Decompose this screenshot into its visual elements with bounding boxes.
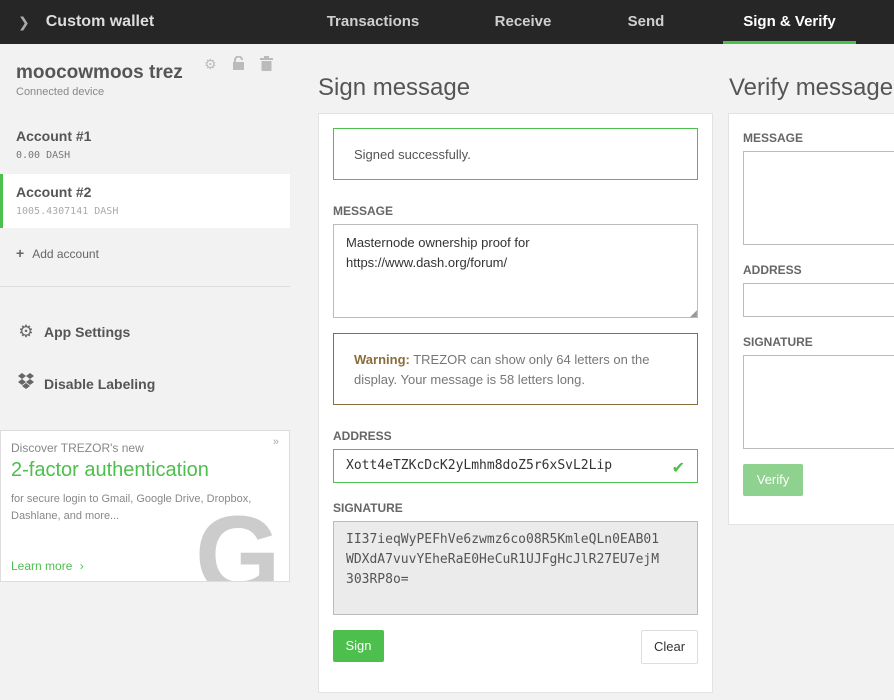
verify-message-label: MESSAGE (743, 131, 804, 145)
verify-message-title: Verify message (729, 74, 894, 101)
address-label: ADDRESS (333, 429, 392, 443)
wallet-selector[interactable]: ❯ Custom wallet (18, 0, 154, 44)
learn-more-label: Learn more (11, 559, 73, 573)
account-item-1[interactable]: Account #1 0.00 DASH (0, 118, 290, 172)
message-textarea[interactable]: Masternode ownership proof for https://w… (333, 224, 698, 318)
warning-alert: Warning: TREZOR can show only 64 letters… (333, 333, 698, 405)
sign-message-title: Sign message (318, 74, 471, 101)
warning-title: Warning: (354, 352, 410, 367)
account-balance: 1005.4307141 DASH (16, 206, 119, 217)
tab-sign-verify[interactable]: Sign & Verify (723, 0, 856, 44)
add-account-button[interactable]: + Add account (16, 245, 99, 261)
address-value: Xott4eTZKcDcK2yLmhm8doZ5r6xSvL2Lip (346, 458, 613, 473)
promo-headline: 2-factor authentication (11, 459, 209, 481)
address-input[interactable]: Xott4eTZKcDcK2yLmhm8doZ5r6xSvL2Lip ✔ (333, 449, 698, 483)
verify-address-input[interactable] (743, 283, 894, 317)
signature-label: SIGNATURE (333, 501, 403, 515)
gear-icon: ⚙ (18, 322, 34, 341)
promo-intro: Discover TREZOR's new (11, 441, 144, 455)
unlock-icon[interactable] (232, 55, 245, 74)
clear-button[interactable]: Clear (641, 630, 698, 664)
chevron-right-icon: ❯ (18, 13, 30, 30)
sidebar: moocowmoos trez ⚙ Connected device Accou… (0, 44, 290, 700)
verify-signature-label: SIGNATURE (743, 335, 813, 349)
plus-icon: + (16, 245, 25, 261)
verify-signature-textarea[interactable] (743, 355, 894, 449)
add-account-label: Add account (32, 247, 99, 261)
dismiss-icon[interactable]: » (273, 436, 279, 448)
promo-banner: » Discover TREZOR's new 2-factor authent… (0, 430, 290, 582)
gear-icon[interactable]: ⚙ (204, 56, 217, 73)
learn-more-link[interactable]: Learn more › (11, 559, 84, 573)
tab-receive[interactable]: Receive (478, 0, 568, 44)
trash-icon[interactable] (260, 56, 273, 74)
account-balance: 0.00 DASH (16, 150, 71, 161)
disable-labeling-label: Disable Labeling (44, 375, 156, 392)
tab-transactions[interactable]: Transactions (318, 0, 428, 44)
google-logo-icon: G (195, 494, 281, 582)
message-label: MESSAGE (333, 204, 394, 218)
top-navigation-bar: ❯ Custom wallet Transactions Receive Sen… (0, 0, 894, 44)
success-alert: Signed successfully. (333, 128, 698, 180)
account-name: Account #1 (16, 128, 92, 144)
verify-address-label: ADDRESS (743, 263, 802, 277)
device-status: Connected device (16, 86, 105, 98)
wallet-title: Custom wallet (45, 13, 155, 30)
dropbox-icon (16, 373, 36, 394)
tab-send[interactable]: Send (606, 0, 686, 44)
disable-labeling-button[interactable]: Disable Labeling (16, 373, 155, 394)
divider (0, 286, 290, 287)
checkmark-icon: ✔ (671, 460, 685, 477)
app-settings-button[interactable]: ⚙ App Settings (16, 322, 130, 342)
app-settings-label: App Settings (44, 324, 131, 340)
verify-message-textarea[interactable] (743, 151, 894, 245)
device-name: moocowmoos trez (16, 62, 183, 83)
account-item-2[interactable]: Account #2 1005.4307141 DASH (0, 174, 290, 228)
signature-textarea[interactable]: II37ieqWyPEFhVe6zwmz6co08R5KmleQLn0EAB01… (333, 521, 698, 615)
sign-button[interactable]: Sign (333, 630, 384, 662)
account-name: Account #2 (16, 184, 92, 200)
verify-button[interactable]: Verify (743, 464, 803, 496)
chevron-right-icon: › (79, 559, 84, 573)
